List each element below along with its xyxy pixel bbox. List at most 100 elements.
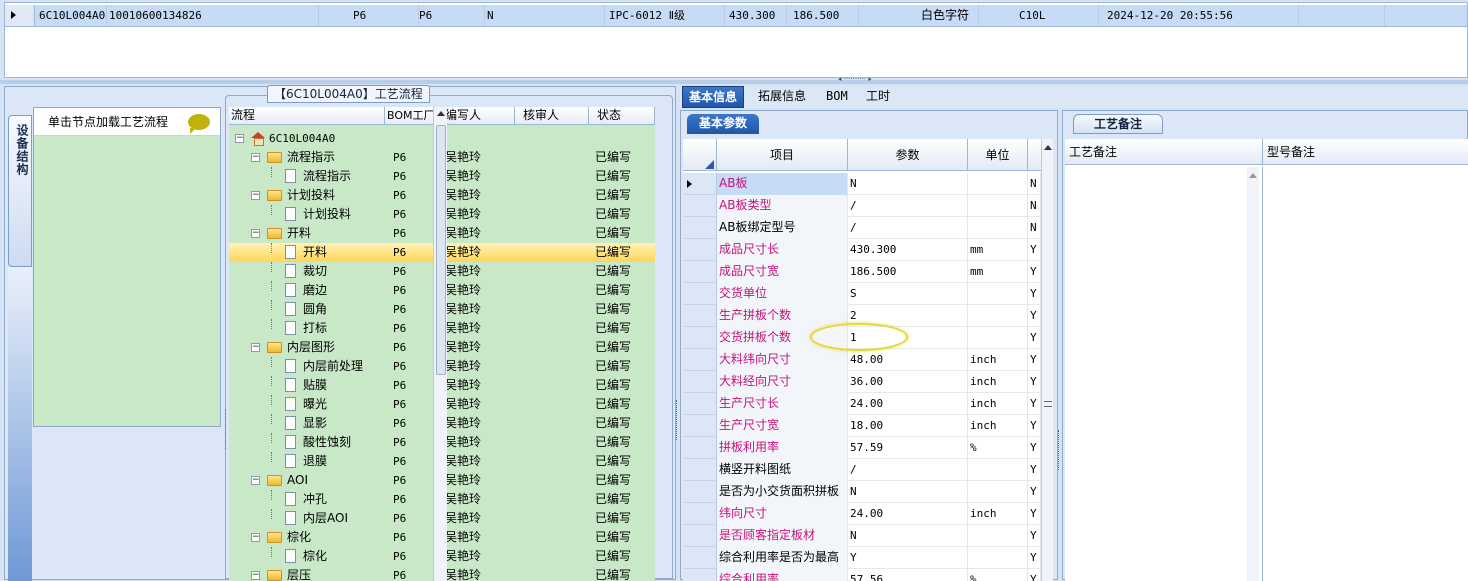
param-row[interactable]: 成品尺寸长 430.300 mm Y — [683, 239, 1041, 261]
param-flag: N — [1028, 195, 1041, 217]
collapse-icon[interactable]: − — [251, 343, 260, 352]
param-value[interactable]: N — [848, 525, 968, 547]
collapse-icon[interactable]: − — [235, 134, 244, 143]
tree-node-factory: P6 — [393, 189, 407, 202]
param-row[interactable]: 生产尺寸宽 18.00 inch Y — [683, 415, 1041, 437]
scroll-grip-icon[interactable] — [1044, 401, 1052, 407]
row-indicator[interactable] — [683, 239, 717, 261]
row-indicator[interactable] — [683, 481, 717, 503]
row-indicator[interactable] — [683, 327, 717, 349]
row-indicator[interactable] — [683, 547, 717, 569]
param-row[interactable]: AB板类型 / N — [683, 195, 1041, 217]
row-indicator[interactable] — [683, 415, 717, 437]
col-factory[interactable]: BOM工厂 — [385, 107, 437, 125]
param-row[interactable]: 是否顾客指定板材 N Y — [683, 525, 1041, 547]
tree-node-status: 已编写 — [595, 321, 632, 335]
param-row[interactable]: 是否为小交货面积拼板 N Y — [683, 481, 1041, 503]
basic-params-title[interactable]: 基本参数 — [687, 114, 760, 134]
col-param[interactable]: 参数 — [848, 139, 968, 171]
model-remark-textarea[interactable] — [1263, 167, 1468, 581]
document-icon — [285, 245, 296, 259]
scroll-up-icon[interactable] — [437, 111, 445, 116]
tab-basic-info[interactable]: 基本信息 — [682, 86, 745, 108]
param-value[interactable]: 186.500 — [848, 261, 968, 283]
tree-scrollbar[interactable] — [433, 107, 447, 581]
param-row[interactable]: 大料经向尺寸 36.00 inch Y — [683, 371, 1041, 393]
collapse-icon[interactable]: − — [251, 533, 260, 542]
row-indicator[interactable] — [683, 393, 717, 415]
row-indicator[interactable] — [683, 305, 717, 327]
row-indicator[interactable] — [683, 349, 717, 371]
order-row[interactable]: 6C10L004A0 10010600134826 P6 P6 N IPC-60… — [5, 5, 1467, 27]
tab-bom[interactable]: BOM — [820, 86, 854, 108]
col-item[interactable]: 项目 — [717, 139, 848, 171]
param-value[interactable]: / — [848, 217, 968, 239]
scroll-up-icon[interactable] — [1044, 145, 1052, 150]
horizontal-splitter[interactable] — [0, 75, 1468, 84]
tab-extended-info[interactable]: 拓展信息 — [752, 86, 812, 108]
collapse-icon[interactable]: − — [251, 571, 260, 580]
grid-corner-icon[interactable] — [683, 139, 717, 171]
collapse-icon[interactable]: − — [251, 229, 260, 238]
param-value[interactable]: 18.00 — [848, 415, 968, 437]
tab-work-hours[interactable]: 工时 — [860, 86, 896, 108]
param-row[interactable]: 成品尺寸宽 186.500 mm Y — [683, 261, 1041, 283]
row-indicator[interactable] — [683, 173, 717, 195]
row-indicator[interactable] — [683, 437, 717, 459]
remark-scrollbar[interactable] — [1247, 167, 1259, 581]
collapse-icon[interactable]: − — [251, 191, 260, 200]
param-row[interactable]: 横竖开料图纸 / Y — [683, 459, 1041, 481]
col-reviewer[interactable]: 核审人 — [515, 107, 589, 125]
param-value[interactable]: 430.300 — [848, 239, 968, 261]
param-row[interactable]: 拼板利用率 57.59% Y — [683, 437, 1041, 459]
tree-node-factory: P6 — [393, 151, 407, 164]
tree-node-factory: P6 — [393, 170, 407, 183]
row-indicator[interactable] — [683, 503, 717, 525]
params-scrollbar[interactable] — [1041, 139, 1053, 581]
scroll-thumb[interactable] — [436, 125, 446, 375]
param-value[interactable]: 24.00 — [848, 503, 968, 525]
collapse-icon[interactable]: − — [251, 153, 260, 162]
side-tab-equipment[interactable]: 设备结构 — [8, 115, 32, 267]
row-indicator[interactable] — [683, 459, 717, 481]
process-remark-textarea[interactable] — [1065, 167, 1263, 581]
row-indicator[interactable] — [683, 569, 717, 581]
param-value[interactable]: / — [848, 195, 968, 217]
param-value[interactable]: 48.00 — [848, 349, 968, 371]
param-value[interactable]: S — [848, 283, 968, 305]
param-row[interactable]: AB板 N N — [683, 173, 1041, 195]
param-value[interactable]: Y — [848, 547, 968, 569]
folder-icon — [267, 342, 282, 353]
process-load-hint[interactable]: 单击节点加载工艺流程 — [34, 108, 220, 136]
param-row[interactable]: 综合利用率 57.56% Y — [683, 569, 1041, 581]
param-row[interactable]: 交货单位 S Y — [683, 283, 1041, 305]
vertical-splitter-grip-icon[interactable] — [676, 400, 680, 440]
splitter-grip-icon[interactable] — [838, 75, 898, 84]
param-row[interactable]: 综合利用率是否为最高 Y Y — [683, 547, 1041, 569]
col-status[interactable]: 状态 — [589, 107, 655, 125]
process-flow-title: 【6C10L004A0】工艺流程 — [267, 85, 430, 103]
col-writer[interactable]: 编写人 — [437, 107, 515, 125]
param-row[interactable]: 生产尺寸长 24.00 inch Y — [683, 393, 1041, 415]
param-value[interactable]: 24.00 — [848, 393, 968, 415]
collapse-icon[interactable]: − — [251, 476, 260, 485]
row-indicator[interactable] — [683, 217, 717, 239]
param-row[interactable]: 大料纬向尺寸 48.00 inch Y — [683, 349, 1041, 371]
param-row[interactable]: AB板绑定型号 / N — [683, 217, 1041, 239]
col-unit[interactable]: 单位 — [968, 139, 1028, 171]
param-value[interactable]: 57.56 — [848, 569, 968, 581]
row-indicator[interactable] — [683, 195, 717, 217]
process-remark-title[interactable]: 工艺备注 — [1073, 114, 1164, 134]
param-value[interactable]: N — [848, 173, 968, 195]
row-indicator[interactable] — [683, 283, 717, 305]
param-value[interactable]: 57.59 — [848, 437, 968, 459]
col-flow[interactable]: 流程 — [229, 107, 385, 125]
param-value[interactable]: / — [848, 459, 968, 481]
row-indicator[interactable] — [683, 525, 717, 547]
param-value[interactable]: 36.00 — [848, 371, 968, 393]
row-indicator[interactable] — [683, 261, 717, 283]
param-value[interactable]: N — [848, 481, 968, 503]
param-row[interactable]: 纬向尺寸 24.00 inch Y — [683, 503, 1041, 525]
row-indicator[interactable] — [683, 371, 717, 393]
tree-node-label: 曝光 — [303, 397, 328, 411]
